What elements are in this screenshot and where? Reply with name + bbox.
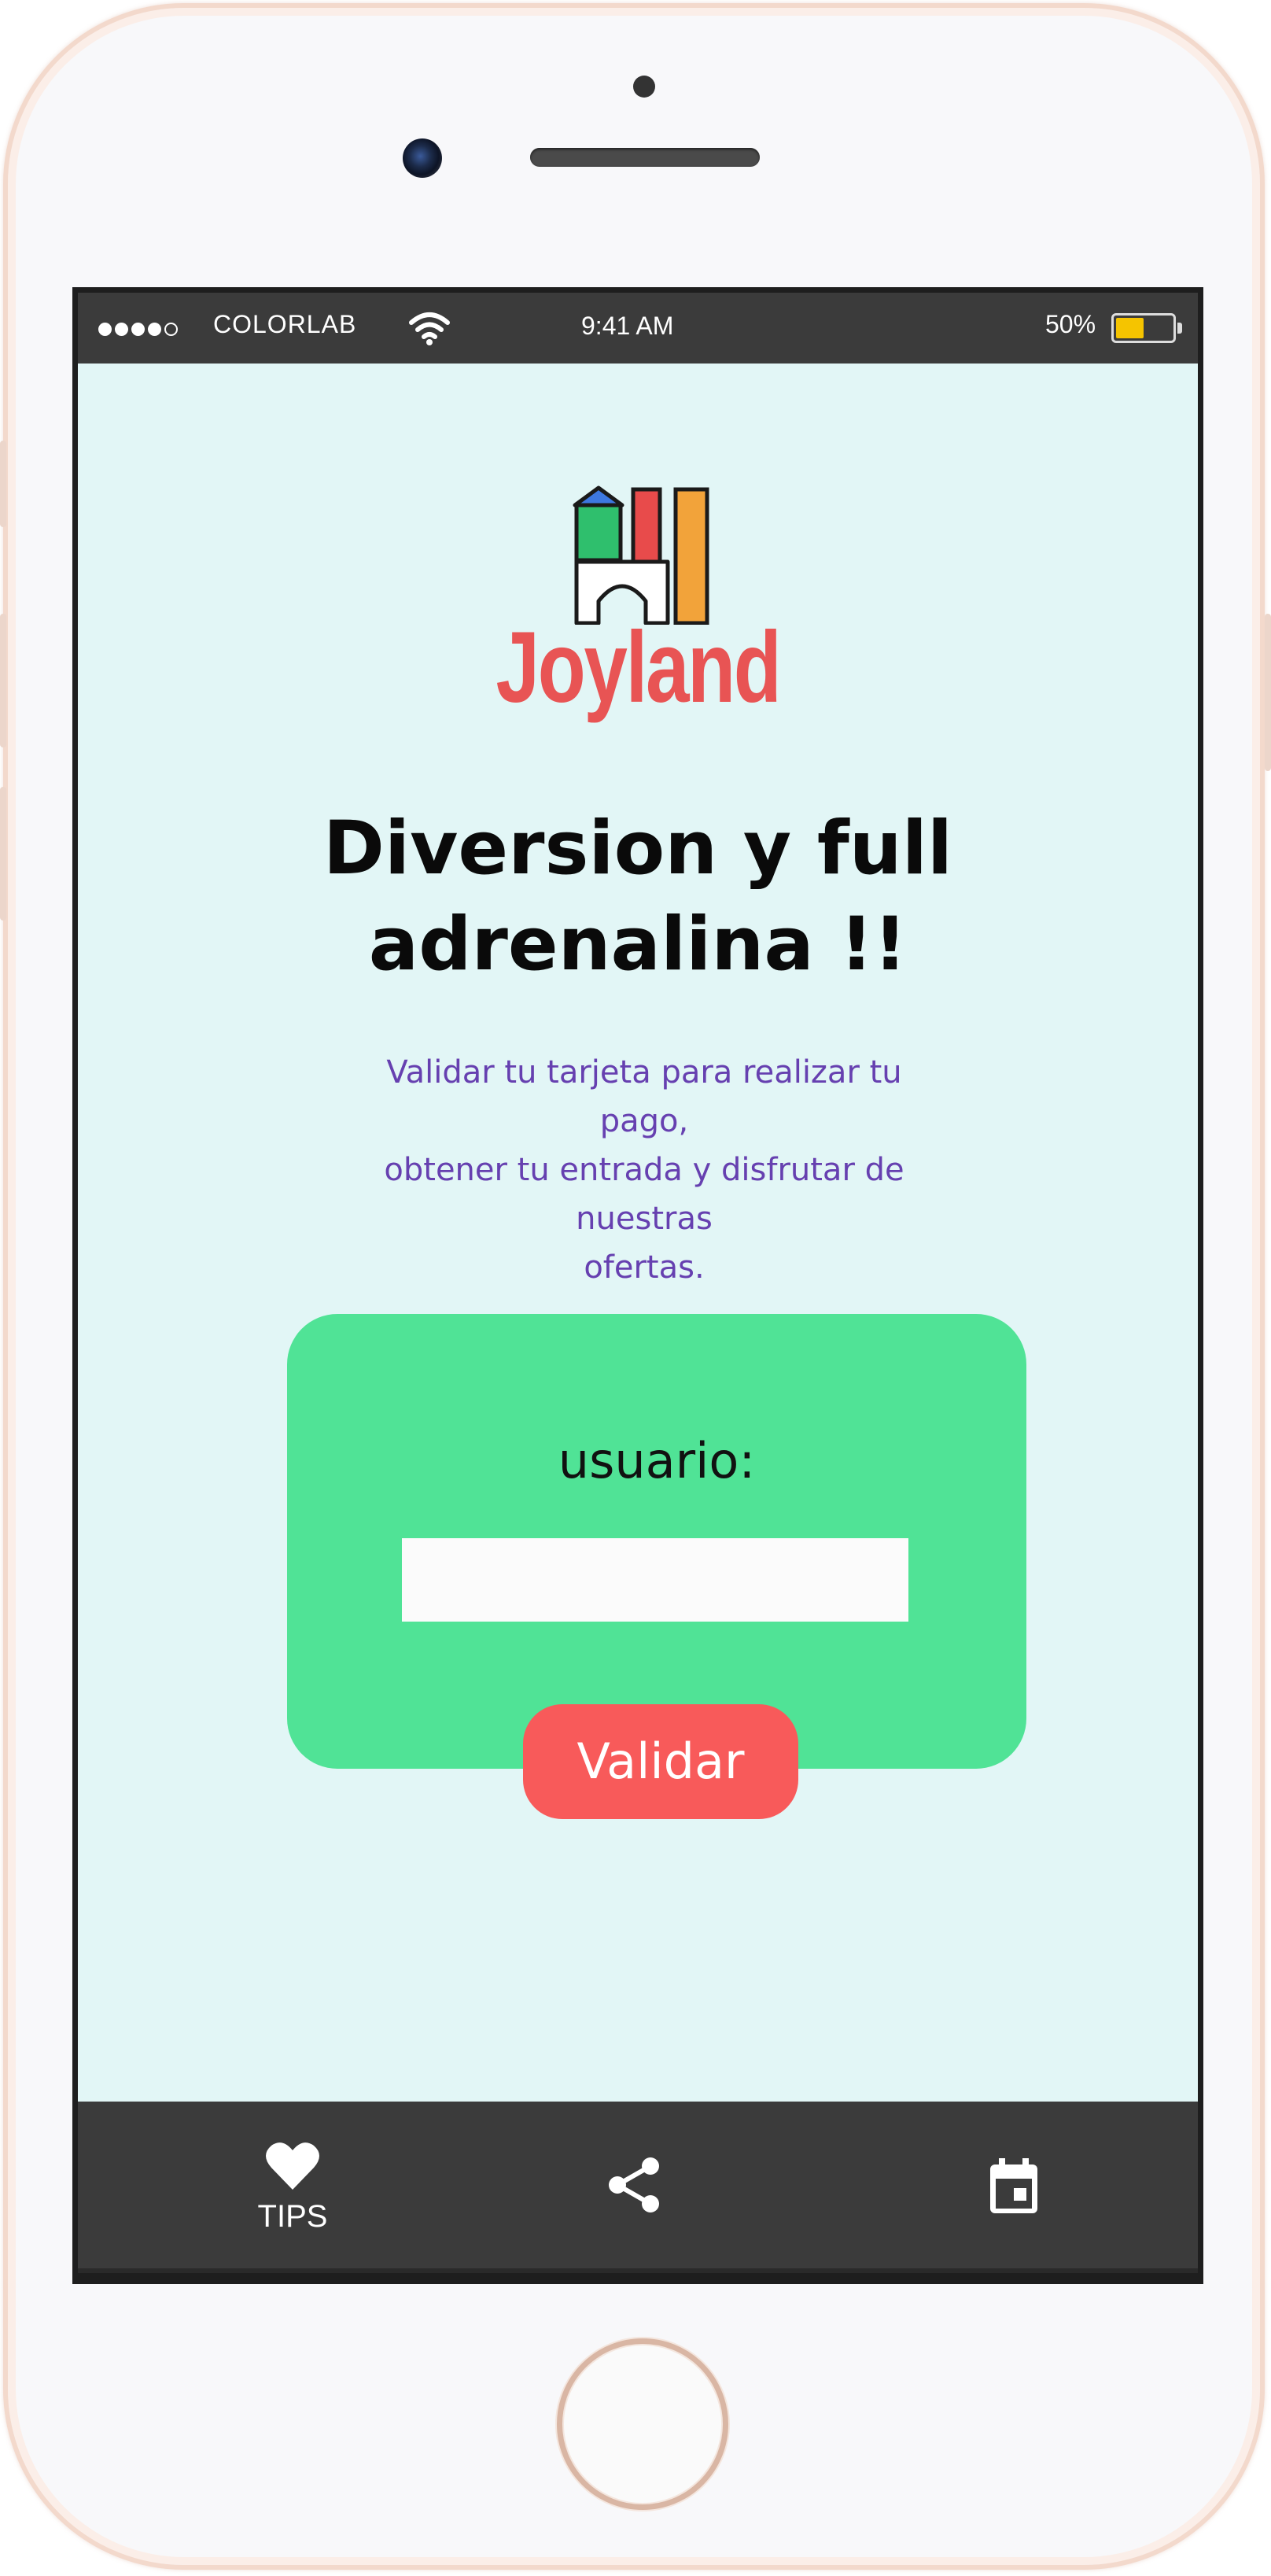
tab-share[interactable] bbox=[573, 2102, 699, 2273]
tab-tips[interactable]: TIPS bbox=[226, 2102, 359, 2273]
wifi-icon bbox=[409, 312, 450, 345]
battery-percentage: 50% bbox=[1045, 310, 1096, 338]
app-logo-text: Joyland bbox=[496, 611, 782, 724]
power-button bbox=[1265, 614, 1271, 771]
status-bar: COLORLAB 9:41 AM 50% bbox=[78, 293, 1198, 364]
carrier-name: COLORLAB bbox=[213, 310, 357, 338]
share-icon bbox=[609, 2157, 659, 2212]
login-card: usuario: bbox=[287, 1314, 1026, 1769]
tab-bar-bottom-edge bbox=[78, 2268, 1198, 2273]
bottom-tab-bar: TIPS bbox=[78, 2102, 1198, 2273]
signal-strength-icon bbox=[98, 323, 178, 336]
user-field-label: usuario: bbox=[558, 1432, 756, 1489]
battery-cap bbox=[1177, 323, 1182, 334]
headline-line-1: Diversion y full bbox=[322, 806, 953, 891]
proximity-sensor bbox=[633, 76, 655, 98]
subtitle-line-2: obtener tu entrada y disfrutar de nuestr… bbox=[384, 1152, 904, 1237]
front-camera bbox=[403, 138, 442, 178]
main-content: Joyland Diversion y full adrenalina !! V… bbox=[78, 364, 1198, 2102]
battery-icon bbox=[1111, 313, 1176, 343]
volume-down-button bbox=[0, 787, 6, 921]
earpiece-speaker bbox=[530, 148, 760, 167]
calendar-icon bbox=[990, 2158, 1037, 2213]
status-time: 9:41 AM bbox=[581, 312, 674, 340]
home-button[interactable] bbox=[557, 2338, 728, 2510]
tab-tips-label: TIPS bbox=[257, 2199, 328, 2234]
subtitle-line-1: Validar tu tarjeta para realizar tu pago… bbox=[386, 1054, 902, 1139]
castle-blocks-logo-icon bbox=[573, 485, 709, 625]
user-input[interactable] bbox=[402, 1538, 908, 1622]
headline-line-2: adrenalina !! bbox=[368, 902, 908, 987]
page-headline: Diversion y full adrenalina !! bbox=[78, 801, 1198, 993]
validate-button[interactable]: Validar bbox=[523, 1704, 798, 1819]
battery-level-fill bbox=[1116, 318, 1144, 338]
screen: COLORLAB 9:41 AM 50% Joyland Diversion y… bbox=[72, 287, 1203, 2284]
subtitle-line-3: ofertas. bbox=[584, 1249, 705, 1286]
page-subtitle: Validar tu tarjeta para realizar tu pago… bbox=[337, 1048, 951, 1292]
volume-up-button bbox=[0, 614, 6, 747]
heart-icon bbox=[266, 2142, 319, 2190]
mute-switch bbox=[0, 441, 6, 527]
tab-calendar[interactable] bbox=[955, 2102, 1073, 2273]
